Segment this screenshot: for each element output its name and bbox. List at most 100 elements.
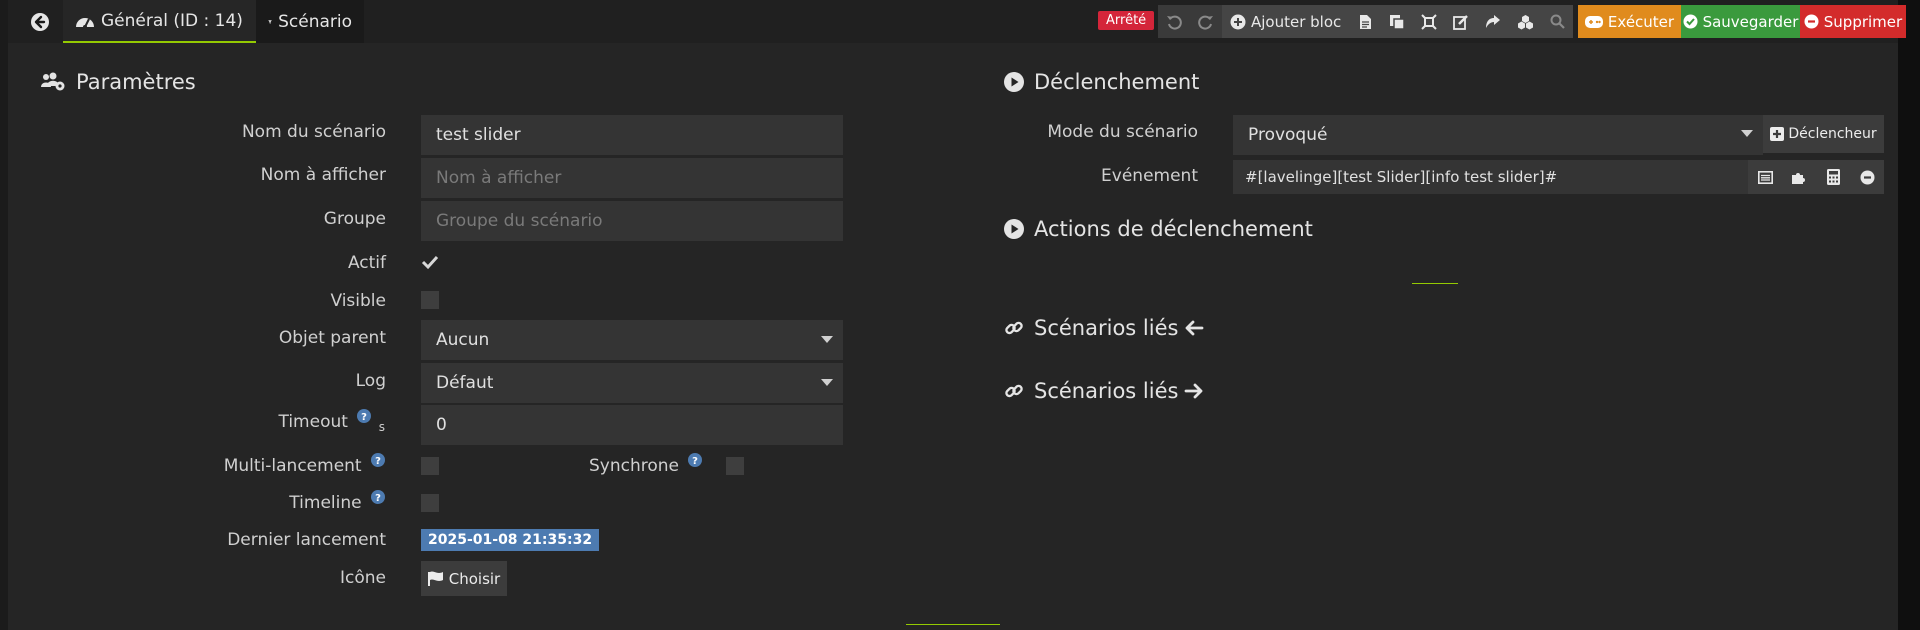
choose-icon-label: Choisir — [448, 569, 501, 588]
file-text-icon — [1359, 14, 1371, 29]
display-name-label: Nom à afficher — [260, 165, 386, 185]
bottom-accent-line — [906, 624, 1000, 625]
calculator-button[interactable] — [1816, 160, 1850, 194]
active-checkbox[interactable] — [421, 253, 439, 271]
event-input[interactable]: #[lavelinge][test Slider][info test slid… — [1233, 160, 1748, 194]
gamepad-icon — [1584, 15, 1603, 28]
active-label: Actif — [347, 253, 386, 273]
tab-scenario-label: Scénario — [278, 11, 352, 32]
cubes-icon — [1517, 14, 1533, 29]
list-button[interactable] — [1748, 160, 1782, 194]
question-circle-icon[interactable]: ? — [371, 453, 385, 467]
template-button[interactable] — [1509, 5, 1541, 38]
undo-button[interactable] — [1158, 5, 1190, 38]
add-trigger-button[interactable]: Déclencheur — [1763, 115, 1884, 153]
add-trigger-label: Déclencheur — [1788, 126, 1877, 142]
redo-button[interactable] — [1190, 5, 1222, 38]
timeline-checkbox[interactable] — [421, 494, 439, 512]
tab-general[interactable]: Général (ID : 14) — [63, 0, 256, 43]
parameters-title-text: Paramètres — [76, 70, 196, 94]
parent-object-value: Aucun — [436, 330, 490, 350]
editor-tools: Ajouter bloc — [1222, 5, 1574, 38]
arrow-left-icon — [1186, 320, 1204, 336]
linked-scenarios-out-title: Scénarios liés — [1004, 379, 1204, 403]
left-edge — [0, 0, 8, 630]
parent-object-select[interactable]: Aucun — [421, 320, 843, 360]
users-cog-icon — [41, 72, 65, 91]
execute-label: Exécuter — [1607, 12, 1675, 31]
history-tools — [1158, 5, 1222, 38]
timeout-input[interactable]: 0 — [421, 405, 843, 445]
minus-circle-icon — [1804, 14, 1819, 29]
plugin-button[interactable] — [1782, 160, 1816, 194]
dashboard-icon — [76, 17, 94, 29]
fullscreen-button[interactable] — [1413, 5, 1445, 38]
group-label: Groupe — [323, 209, 386, 229]
last-run-badge: 2025-01-08 21:35:32 — [421, 529, 600, 551]
share-icon — [1486, 14, 1501, 28]
log-value: Défaut — [436, 373, 494, 393]
save-button[interactable]: Sauvegarder — [1681, 5, 1800, 38]
timeout-unit: s — [378, 420, 385, 434]
add-block-label: Ajouter bloc — [1251, 12, 1342, 31]
trigger-actions-accent-line — [1412, 283, 1458, 284]
svg-text:?: ? — [693, 456, 699, 467]
duplicate-button[interactable] — [1381, 5, 1413, 38]
tab-scenario[interactable]: Scénario — [256, 0, 364, 43]
linked-scenarios-out-text: Scénarios liés — [1034, 379, 1179, 403]
play-circle-icon — [1004, 219, 1024, 239]
trigger-actions-title-text: Actions de déclenchement — [1034, 217, 1313, 241]
display-name-input[interactable]: Nom à afficher — [421, 158, 843, 198]
question-circle-icon[interactable]: ? — [371, 490, 385, 504]
parent-object-label: Objet parent — [278, 328, 386, 348]
group-input[interactable]: Groupe du scénario — [421, 201, 843, 241]
plus-square-icon — [1770, 127, 1785, 141]
edit-icon — [1453, 14, 1469, 30]
scenario-mode-select[interactable]: Provoqué — [1233, 115, 1763, 155]
save-label: Sauvegarder — [1702, 12, 1799, 31]
plus-circle-icon — [1230, 14, 1246, 29]
trigger-actions-title: Actions de déclenchement — [1004, 217, 1313, 241]
visible-checkbox[interactable] — [421, 291, 439, 309]
synchronous-label-text: Synchrone — [589, 456, 679, 476]
delete-label: Supprimer — [1823, 12, 1903, 31]
visible-label: Visible — [330, 291, 386, 311]
export-button[interactable] — [1477, 5, 1509, 38]
log-label: Log — [355, 371, 386, 391]
event-tools — [1748, 160, 1884, 194]
execute-button[interactable]: Exécuter — [1578, 5, 1681, 38]
svg-text:?: ? — [375, 493, 381, 504]
name-input[interactable]: test slider — [421, 115, 843, 155]
multi-launch-label-text: Multi-lancement — [223, 456, 362, 476]
search-button[interactable] — [1541, 5, 1573, 38]
multi-launch-label: Multi-lancement ? — [223, 453, 385, 476]
list-alt-icon — [1757, 170, 1773, 184]
trigger-title-text: Déclenchement — [1034, 70, 1200, 94]
status-badge: Arrêté — [1098, 11, 1155, 30]
top-toolbar: Général (ID : 14) Scénario Arrêté Ajoute… — [8, 0, 1906, 43]
puzzle-icon — [1792, 173, 1805, 184]
synchronous-label: Synchrone ? — [589, 453, 703, 476]
add-block-button[interactable]: Ajouter bloc — [1222, 5, 1349, 38]
scenario-mode-value: Provoqué — [1248, 125, 1328, 145]
timeout-label-text: Timeout — [278, 412, 348, 432]
log-select[interactable]: Défaut — [421, 363, 843, 403]
edit-button[interactable] — [1445, 5, 1477, 38]
question-circle-icon[interactable]: ? — [357, 409, 372, 423]
choose-icon-button[interactable]: Choisir — [421, 561, 507, 596]
remove-event-button[interactable] — [1850, 160, 1884, 194]
svg-text:?: ? — [361, 412, 367, 423]
tab-general-label: Général (ID : 14) — [101, 10, 243, 31]
back-button[interactable] — [22, 0, 64, 43]
delete-button[interactable]: Supprimer — [1800, 5, 1906, 38]
synchronous-checkbox[interactable] — [726, 457, 744, 475]
redo-icon — [1198, 15, 1213, 30]
right-edge — [1898, 0, 1920, 630]
svg-text:?: ? — [375, 456, 381, 467]
multi-launch-checkbox[interactable] — [421, 457, 439, 475]
expand-icon — [1421, 13, 1437, 30]
question-circle-icon[interactable]: ? — [688, 453, 703, 467]
link-icon — [1005, 321, 1023, 335]
icon-label: Icône — [340, 568, 386, 588]
log-button[interactable] — [1349, 5, 1381, 38]
